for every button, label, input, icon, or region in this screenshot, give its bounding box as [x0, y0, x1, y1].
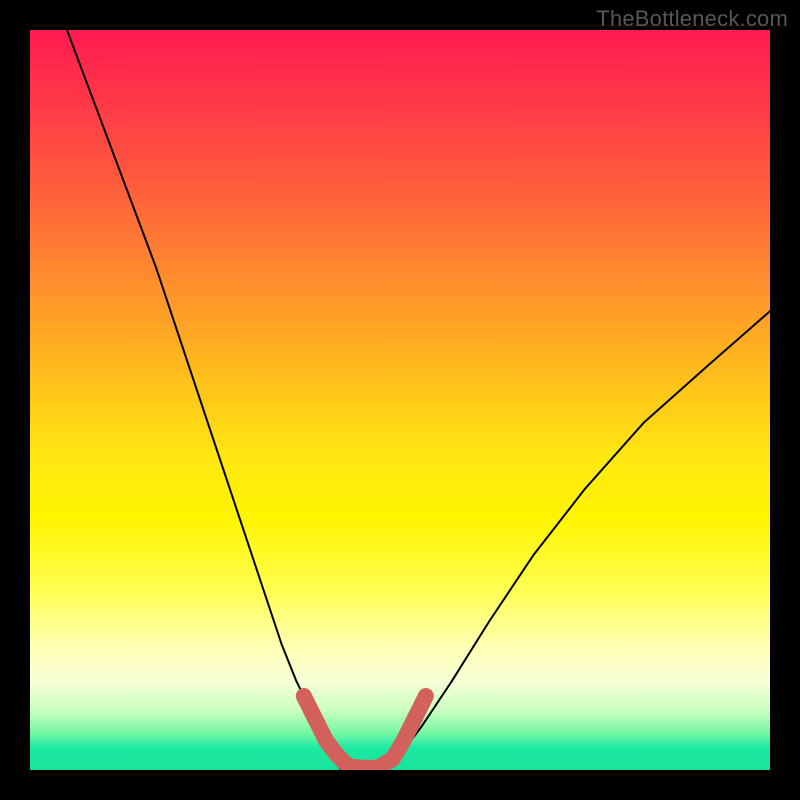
bottleneck-curve [67, 30, 770, 770]
highlight-segment [415, 696, 426, 718]
watermark-text: TheBottleneck.com [596, 6, 788, 32]
chart-frame: TheBottleneck.com [0, 0, 800, 800]
highlight-markers [304, 696, 426, 768]
plot-area [30, 30, 770, 770]
chart-svg [30, 30, 770, 770]
